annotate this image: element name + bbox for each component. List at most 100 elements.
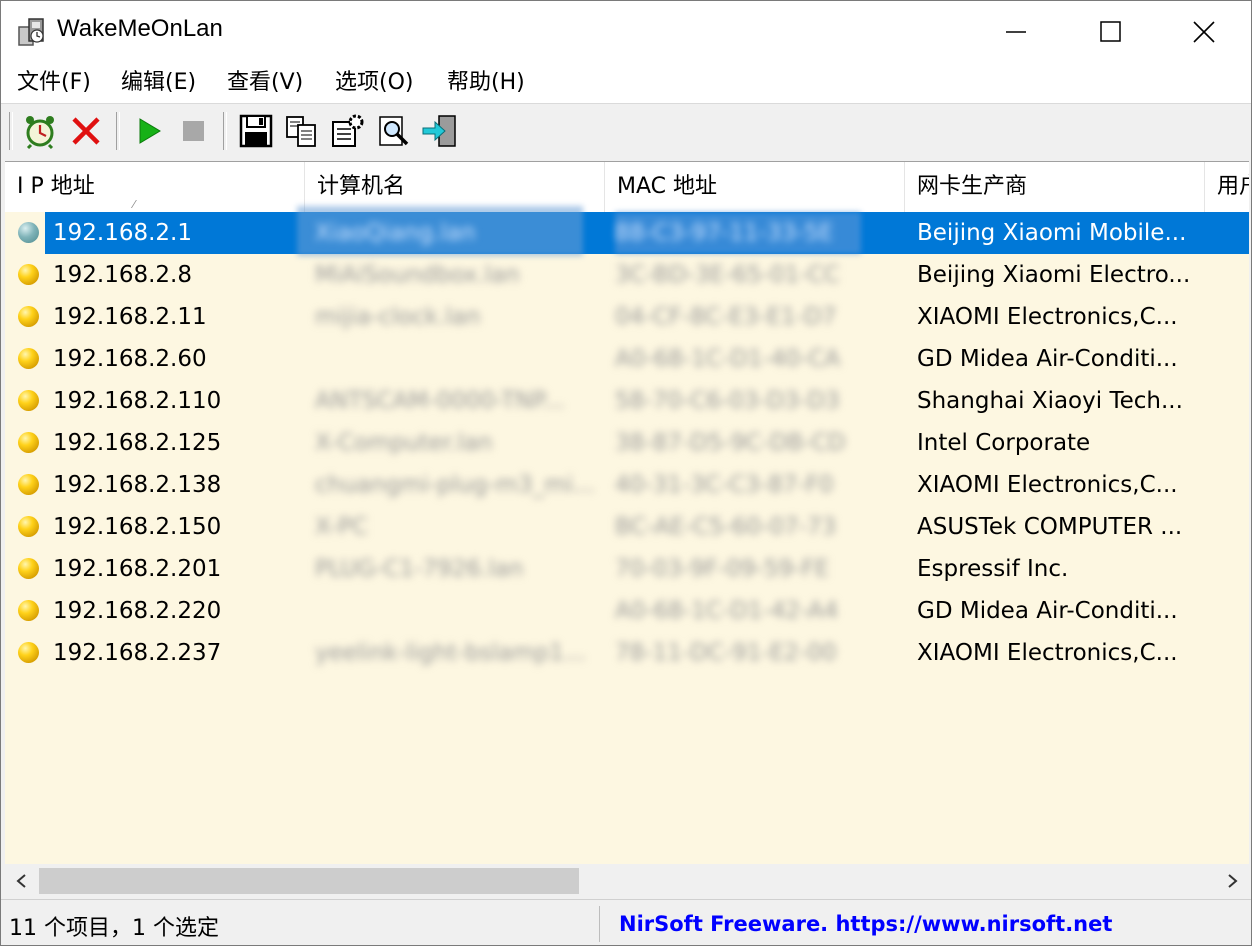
exit-button[interactable]	[421, 112, 459, 150]
cell-vendor: GD Midea Air-Conditi...	[917, 346, 1178, 372]
device-status-icon	[18, 642, 39, 663]
table-row[interactable]: 192.168.2.220 A0-68-1C-D1-42-A4 GD Midea A…	[5, 590, 1249, 632]
close-button[interactable]	[1157, 1, 1251, 63]
cell-vendor: GD Midea Air-Conditi...	[917, 598, 1178, 624]
table-row[interactable]: 192.168.2.237 yeelink-light-bslamp1... 78-…	[5, 632, 1249, 674]
cell-mac-address: A0-68-1C-D1-40-CA	[615, 346, 841, 372]
wake-up-button[interactable]	[21, 112, 59, 150]
stop-scan-button[interactable]	[175, 112, 213, 150]
cell-hostname: ANTSCAM-0000-TNP...	[315, 388, 565, 414]
cell-hostname: X-Computer.lan	[315, 430, 493, 456]
sort-indicator-icon: ⁄	[133, 198, 135, 211]
cell-mac-address: 3C-BD-3E-65-01-CC	[615, 262, 840, 288]
table-row[interactable]: 192.168.2.138 chuangmi-plug-m3_mi... 40-31…	[5, 464, 1249, 506]
cell-mac-address: 70-03-9F-09-59-FE	[615, 556, 830, 582]
cell-ip-address: 192.168.2.1	[53, 220, 192, 246]
device-status-icon	[18, 558, 39, 579]
column-header-label: 网卡生产商	[917, 174, 1028, 199]
device-status-icon	[18, 390, 39, 411]
cell-ip-address: 192.168.2.138	[53, 472, 222, 498]
menu-file[interactable]: 文件(F)	[17, 67, 91, 99]
find-button[interactable]	[375, 112, 413, 150]
cell-vendor: Espressif Inc.	[917, 556, 1069, 582]
toolbar-separator	[116, 112, 120, 150]
device-status-icon	[18, 306, 39, 327]
device-list[interactable]: I P 地址 ⁄ 计算机名 MAC 地址 网卡生产商 用户 192.168.2.…	[5, 161, 1249, 865]
copy-button[interactable]	[283, 112, 321, 150]
cell-mac-address: 58-70-C6-03-D3-D3	[615, 388, 840, 414]
table-row[interactable]: 192.168.2.110 ANTSCAM-0000-TNP... 58-70-C6…	[5, 380, 1249, 422]
cell-vendor: XIAOMI Electronics,C...	[917, 472, 1178, 498]
table-row[interactable]: 192.168.2.11 mijia-clock.lan 04-CF-8C-E3-E…	[5, 296, 1249, 338]
status-bar: 11 个项目，1 个选定 NirSoft Freeware. https://w…	[1, 899, 1251, 945]
start-scan-button[interactable]	[129, 112, 167, 150]
chevron-left-icon	[16, 874, 26, 888]
cell-hostname: XiaoQiang.lan	[315, 220, 476, 246]
table-row[interactable]: 192.168.2.8 MiAiSoundbox.lan 3C-BD-3E-65-0…	[5, 254, 1249, 296]
table-row[interactable]: 192.168.2.1 XiaoQiang.lan 88-C3-97-11-33-5…	[5, 206, 1249, 256]
scroll-right-button[interactable]	[1215, 864, 1249, 898]
copy-icon	[286, 116, 316, 147]
cell-vendor: Shanghai Xiaoyi Tech...	[917, 388, 1183, 414]
title-bar[interactable]: WakeMeOnLan	[1, 1, 1251, 63]
cell-hostname: X-PC	[315, 514, 368, 540]
cell-mac-address: A0-68-1C-D1-42-A4	[615, 598, 839, 624]
cell-mac-address: 04-CF-8C-E3-E1-D7	[615, 304, 837, 330]
maximize-icon	[1100, 21, 1121, 42]
exit-icon	[422, 115, 456, 147]
status-divider	[599, 906, 600, 942]
scroll-left-button[interactable]	[5, 864, 39, 898]
toolbar-separator	[223, 112, 227, 150]
cell-ip-address: 192.168.2.11	[53, 304, 207, 330]
horizontal-scrollbar[interactable]	[5, 864, 1249, 898]
cell-ip-address: 192.168.2.237	[53, 640, 222, 666]
menu-bar: 文件(F) 编辑(E) 查看(V) 选项(O) 帮助(H)	[1, 63, 1251, 104]
device-status-icon	[18, 264, 39, 285]
cell-hostname: PLUG-C1-7926.lan	[315, 556, 524, 582]
nirsoft-link[interactable]: NirSoft Freeware. https://www.nirsoft.ne…	[619, 912, 1112, 936]
column-header-mac[interactable]: MAC 地址	[605, 162, 905, 212]
properties-button[interactable]	[329, 112, 367, 150]
toolbar-grip	[9, 112, 13, 150]
column-header-user[interactable]: 用户	[1205, 162, 1249, 212]
column-header-label: MAC 地址	[617, 174, 717, 199]
table-row[interactable]: 192.168.2.125 X-Computer.lan 38-87-D5-9C-D…	[5, 422, 1249, 464]
cell-ip-address: 192.168.2.8	[53, 262, 192, 288]
cell-ip-address: 192.168.2.220	[53, 598, 222, 624]
menu-edit[interactable]: 编辑(E)	[121, 67, 196, 99]
chevron-right-icon	[1228, 874, 1238, 888]
status-item-count: 11 个项目，1 个选定	[9, 916, 219, 941]
table-row[interactable]: 192.168.2.60 A0-68-1C-D1-40-CA GD Midea Ai…	[5, 338, 1249, 380]
save-button[interactable]	[237, 112, 275, 150]
main-window: WakeMeOnLan 文件(F) 编辑(E) 查看(V) 选项(O) 帮助(H…	[0, 0, 1252, 946]
column-header-label: 计算机名	[317, 174, 406, 199]
column-header-vendor[interactable]: 网卡生产商	[905, 162, 1205, 212]
close-icon	[1193, 21, 1215, 43]
table-row[interactable]: 192.168.2.150 X-PC BC-AE-C5-60-07-73 ASUSTe…	[5, 506, 1249, 548]
delete-icon	[72, 117, 100, 145]
play-icon	[139, 118, 161, 144]
cell-vendor: XIAOMI Electronics,C...	[917, 640, 1178, 666]
column-header-hostname[interactable]: 计算机名	[305, 162, 605, 212]
minimize-button[interactable]	[969, 1, 1063, 63]
list-header: I P 地址 ⁄ 计算机名 MAC 地址 网卡生产商 用户	[5, 162, 1249, 212]
toolbar	[1, 104, 1251, 160]
cell-hostname: chuangmi-plug-m3_mi...	[315, 472, 595, 498]
maximize-button[interactable]	[1063, 1, 1157, 63]
minimize-icon	[1006, 31, 1026, 33]
delete-button[interactable]	[67, 112, 105, 150]
menu-help[interactable]: 帮助(H)	[447, 67, 525, 99]
window-title: WakeMeOnLan	[57, 15, 223, 42]
column-header-label: I P 地址	[17, 174, 95, 199]
table-row[interactable]: 192.168.2.201 PLUG-C1-7926.lan 70-03-9F-09…	[5, 548, 1249, 590]
column-header-ip[interactable]: I P 地址 ⁄	[5, 162, 305, 212]
menu-view[interactable]: 查看(V)	[227, 67, 303, 99]
cell-mac-address: 40-31-3C-C3-87-F0	[615, 472, 834, 498]
device-status-icon	[18, 474, 39, 495]
cell-vendor: Intel Corporate	[917, 430, 1091, 456]
cell-hostname: MiAiSoundbox.lan	[315, 262, 520, 288]
menu-options[interactable]: 选项(O)	[335, 67, 413, 99]
scrollbar-thumb[interactable]	[39, 868, 579, 894]
device-status-icon	[18, 516, 39, 537]
cell-vendor: Beijing Xiaomi Electro...	[917, 262, 1191, 288]
